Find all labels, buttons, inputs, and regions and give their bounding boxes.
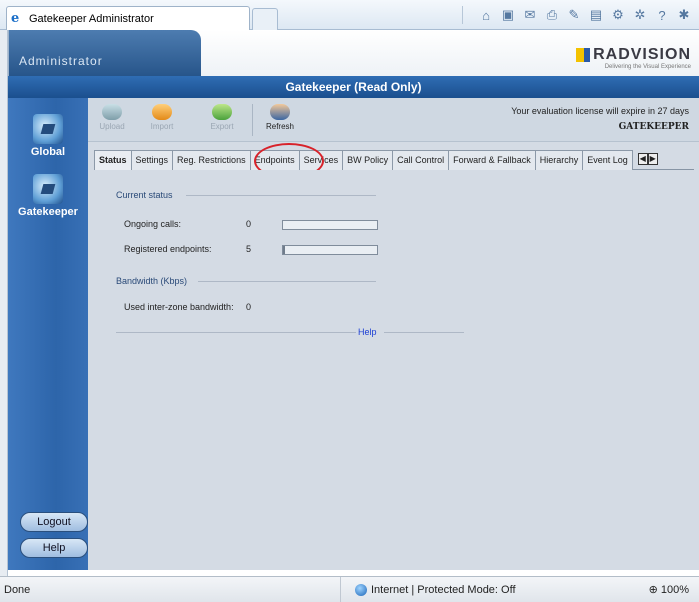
status-panel: Current status Ongoing calls: 0 Register… [94,170,694,562]
browser-tab-active[interactable]: e Gatekeeper Administrator [6,6,250,30]
logo-tagline: Delivering the Visual Experience [604,64,691,70]
registered-endpoints-label: Registered endpoints: [124,244,212,254]
app-title: Administrator [9,30,201,76]
tab-services[interactable]: Services [298,150,344,170]
logout-button[interactable]: Logout [20,512,88,532]
refresh-button[interactable]: Refresh [258,104,302,131]
nav-item-label: Global [30,146,66,158]
feeds-icon[interactable]: ▣ [499,7,517,23]
scroll-right-icon[interactable]: ▶ [647,153,658,165]
inter-zone-bandwidth-value: 0 [246,302,252,312]
zoom-level: 100% [660,584,689,596]
nav-item-global[interactable]: Global [8,114,88,158]
help-divider [116,332,356,333]
tab-hierarchy[interactable]: Hierarchy [534,150,584,170]
current-status-heading: Current status [116,190,173,200]
tab-endpoints[interactable]: Endpoints [249,150,300,170]
tools-icon[interactable]: ✲ [631,7,649,23]
tab-scroll-controls: ◀ ▶ [637,153,658,169]
license-text: Your evaluation license will expire in 2… [511,106,689,116]
app-header: Administrator RADVISION Delivering the V… [8,30,699,76]
security-zone[interactable]: Internet | Protected Mode: Off [340,577,580,602]
tab-strip: Status Settings Reg. Restrictions Endpoi… [94,150,694,171]
ongoing-calls-value: 0 [246,219,252,229]
section-divider [186,195,376,196]
help-icon[interactable]: ? [653,8,671,23]
page-title: Gatekeeper (Read Only) [8,76,699,98]
favorites-icon[interactable]: ✎ [565,7,583,23]
toolbar: Upload Import Export Refresh Your evalua… [88,98,699,142]
tab-forward-fallback[interactable]: Forward & Fallback [448,150,536,170]
command-bar: ⌂ ▣ ✉ ⎙ ✎ ▤ ⚙ ✲ ? ✱ [462,6,693,24]
zone-text: Internet | Protected Mode: Off [371,584,516,596]
browser-status-bar: Done Internet | Protected Mode: Off ⊕ 10… [0,576,699,602]
logo-mark-icon [576,48,591,62]
export-button: Export [200,104,244,131]
gatekeeper-icon [33,174,63,204]
globe-monitor-icon [33,114,63,144]
help-button[interactable]: Help [20,538,88,558]
left-nav: Global Gatekeeper Logout Help [8,98,88,570]
bug-icon[interactable]: ✱ [675,7,693,23]
nav-item-gatekeeper[interactable]: Gatekeeper [8,174,88,218]
ongoing-calls-label: Ongoing calls: [124,219,182,229]
globe-icon [355,584,367,597]
status-text: Done [4,584,31,596]
registered-endpoints-gauge [282,245,378,255]
bandwidth-heading: Bandwidth (Kbps) [116,276,188,286]
browser-tab-bar: e Gatekeeper Administrator ⌂ ▣ ✉ ⎙ ✎ ▤ ⚙… [0,0,699,30]
window-left-edge [0,30,8,576]
radvision-logo: RADVISION Delivering the Visual Experien… [576,46,691,70]
ongoing-calls-gauge [282,220,378,230]
safety-icon[interactable]: ⚙ [609,7,627,23]
main-content: Upload Import Export Refresh Your evalua… [88,98,699,570]
zoom-icon: ⊕ [648,584,661,596]
tab-reg-restrictions[interactable]: Reg. Restrictions [172,150,251,170]
new-tab-button[interactable] [252,8,278,30]
help-link[interactable]: Help [358,327,377,337]
license-name: GATEKEEPER [618,122,689,132]
ie-logo-icon: e [11,10,20,26]
import-button: Import [140,104,184,131]
gauge-fill [283,246,285,254]
upload-button: Upload [90,104,134,131]
tab-status[interactable]: Status [94,150,132,171]
zoom-control[interactable]: ⊕ 100% [649,583,689,596]
page-icon[interactable]: ▤ [587,7,605,23]
browser-tab-title: Gatekeeper Administrator [29,12,154,25]
refresh-icon [270,104,290,120]
license-notice: Your evaluation license will expire in 2… [511,104,689,135]
tab-bw-policy[interactable]: BW Policy [342,150,394,170]
registered-endpoints-value: 5 [246,244,252,254]
tab-call-control[interactable]: Call Control [392,150,450,170]
tab-event-log[interactable]: Event Log [582,150,633,170]
inter-zone-bandwidth-label: Used inter-zone bandwidth: [124,302,234,312]
import-icon [152,104,172,120]
help-divider [384,332,464,333]
tab-settings[interactable]: Settings [130,150,174,170]
toolbar-divider [252,104,253,136]
section-divider [198,281,376,282]
logo-text: RADVISION [593,46,691,63]
nav-item-label: Gatekeeper [18,206,78,218]
scroll-left-icon[interactable]: ◀ [637,153,648,165]
home-icon[interactable]: ⌂ [477,8,495,23]
print-icon[interactable]: ⎙ [543,7,561,23]
mail-icon[interactable]: ✉ [521,7,539,23]
upload-icon [102,104,122,120]
export-icon [212,104,232,120]
